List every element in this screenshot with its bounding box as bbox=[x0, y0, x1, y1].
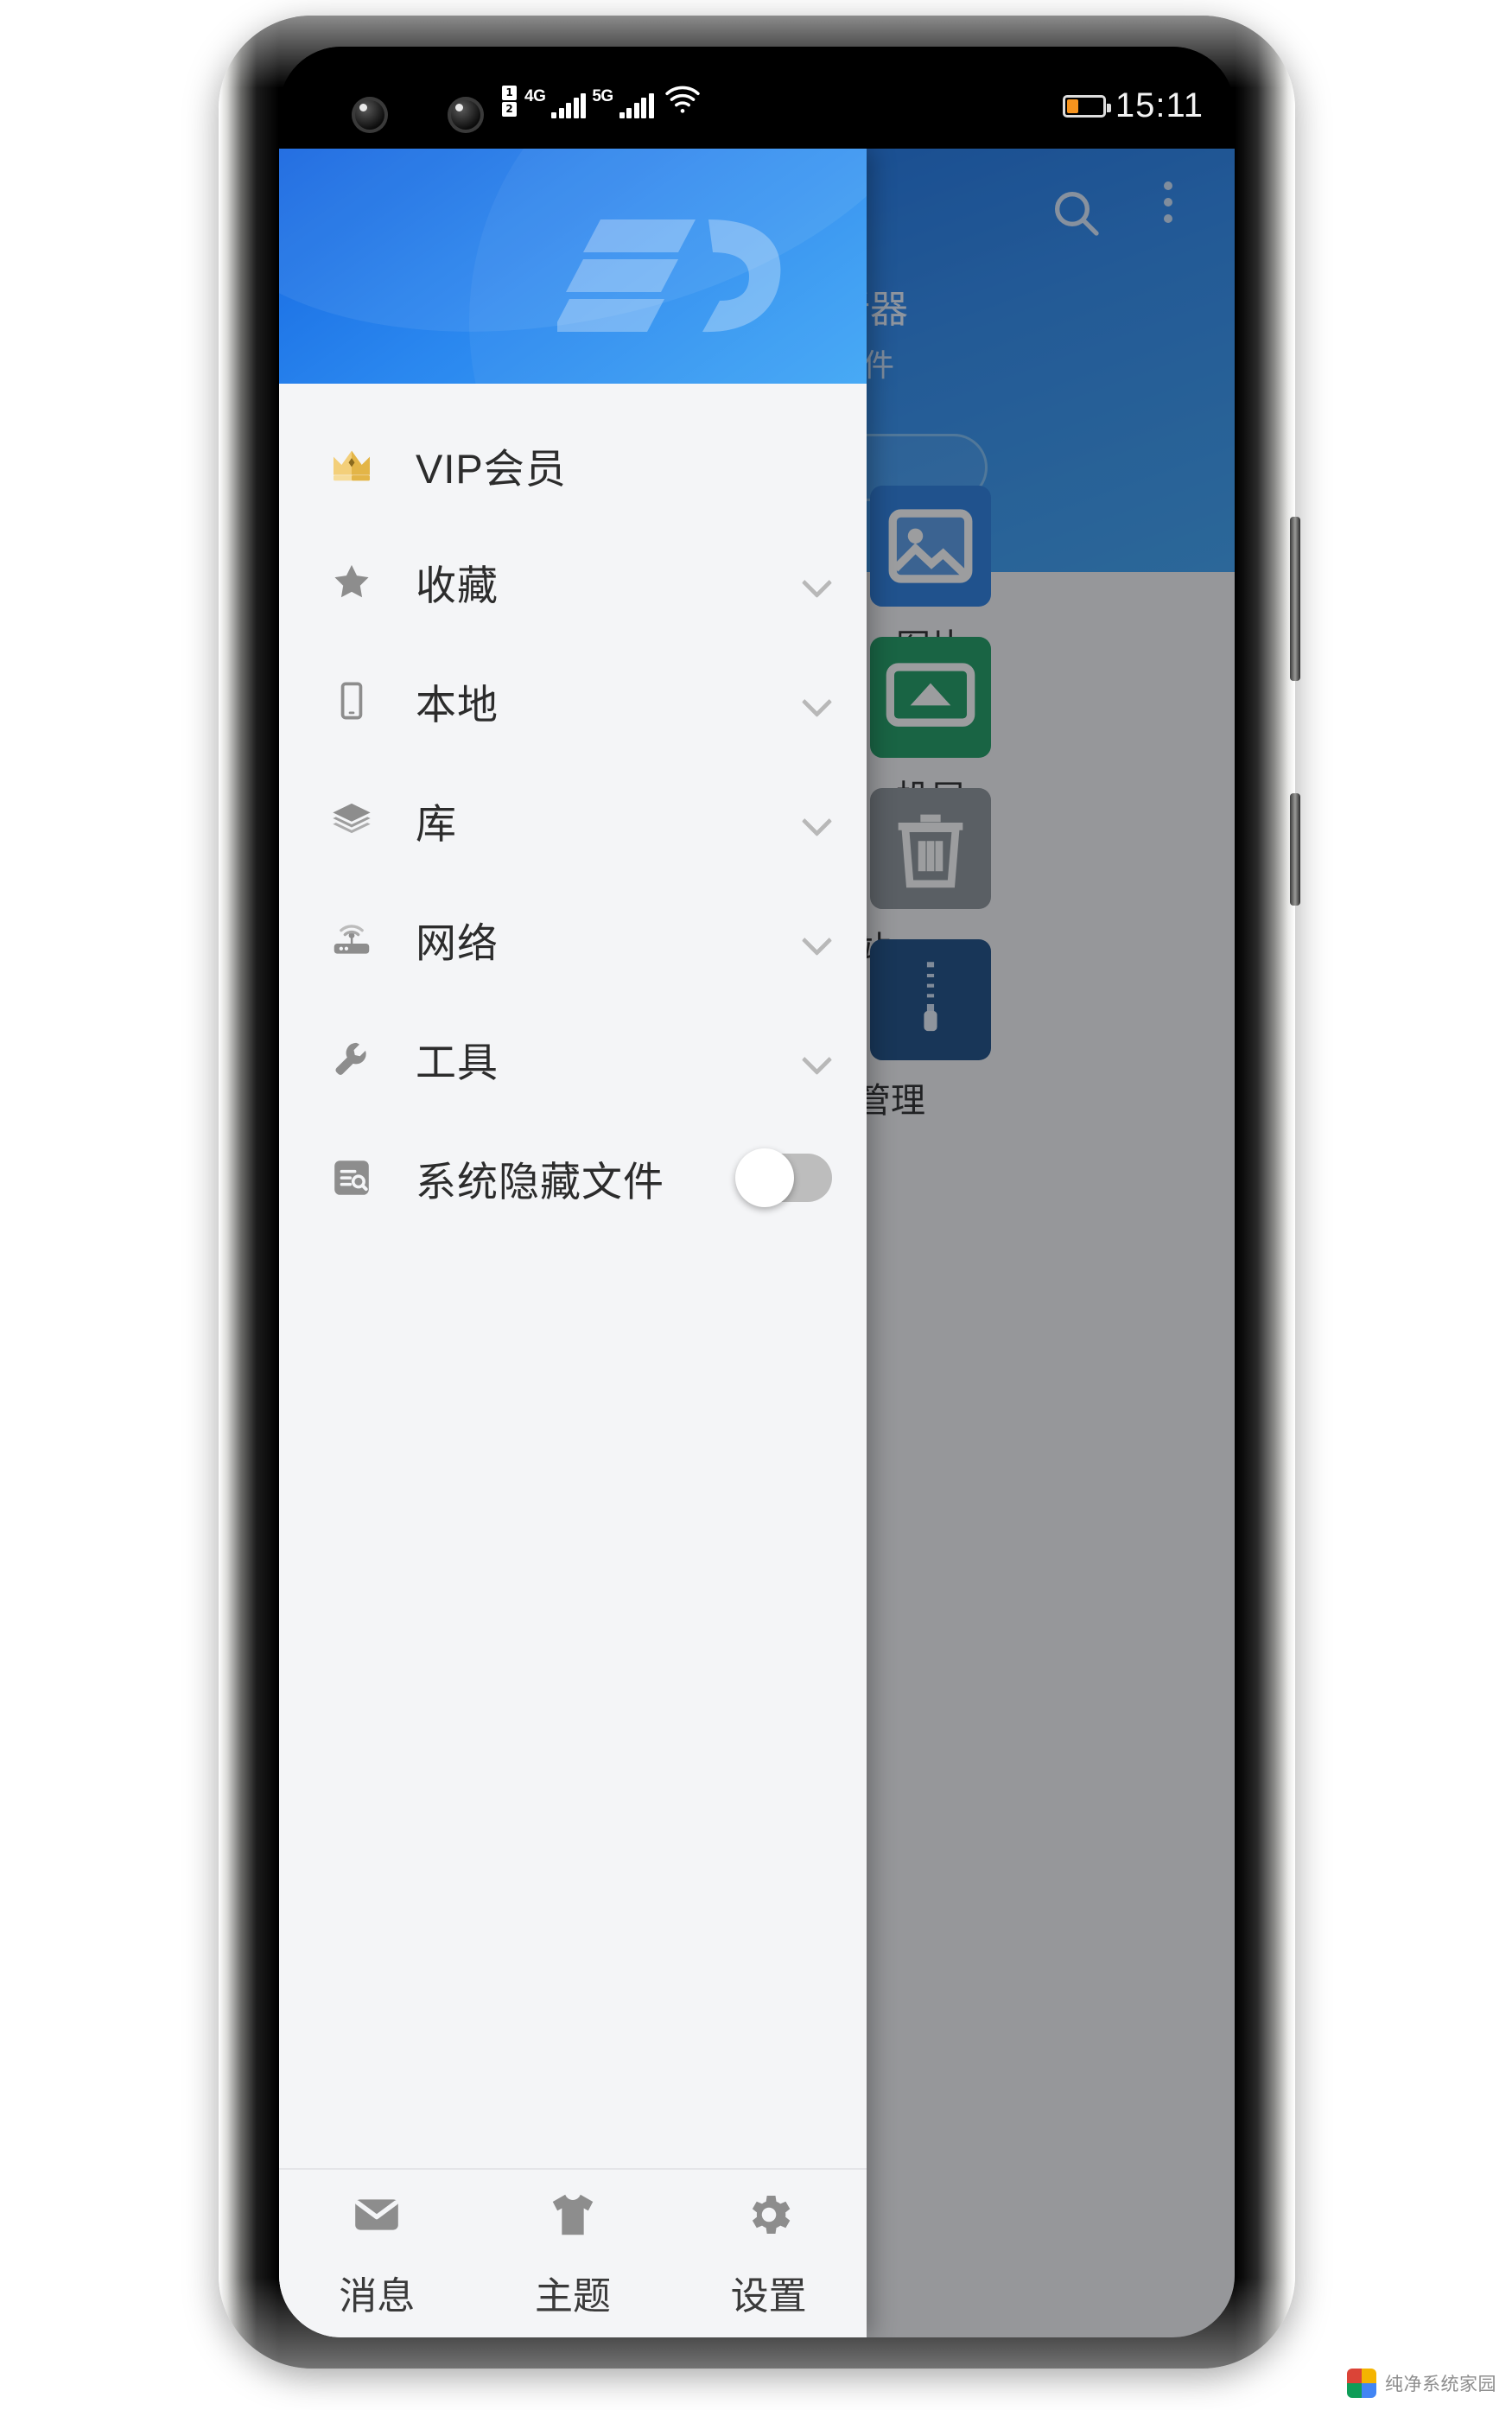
signal-bars-sim1 bbox=[551, 93, 587, 118]
phone-icon bbox=[327, 679, 376, 722]
dual-sim-indicator: 1 2 bbox=[502, 86, 517, 117]
status-icons-group: 1 2 4G 5G bbox=[502, 85, 702, 118]
nav-item-label: 设置 bbox=[730, 2274, 807, 2318]
front-camera bbox=[352, 97, 388, 133]
drawer-header bbox=[279, 149, 867, 384]
list-search-icon bbox=[327, 1156, 376, 1199]
drawer-item-label: VIP会员 bbox=[416, 445, 567, 492]
drawer-item-label: 工具 bbox=[416, 1039, 499, 1085]
watermark-text: 纯净系统家园 bbox=[1385, 2375, 1496, 2394]
signal-bars-sim2 bbox=[619, 93, 654, 118]
nav-item-label: 主题 bbox=[535, 2274, 611, 2318]
chevron-down-icon[interactable] bbox=[803, 1044, 832, 1073]
colored-square-icon bbox=[1347, 2369, 1376, 2398]
hidden-files-toggle[interactable] bbox=[735, 1148, 832, 1207]
layers-icon bbox=[327, 798, 376, 843]
es-file-explorer-logo bbox=[557, 219, 781, 333]
drawer-item-label: 系统隐藏文件 bbox=[416, 1158, 664, 1205]
nav-item-settings[interactable]: 设置 bbox=[670, 2170, 867, 2337]
wifi-icon bbox=[664, 86, 702, 119]
router-icon bbox=[327, 916, 376, 963]
envelope-icon bbox=[350, 2188, 403, 2246]
drawer-item-local[interactable]: 本地 bbox=[279, 641, 867, 760]
watermark: 纯净系统家园 bbox=[1347, 2369, 1496, 2398]
power-button[interactable] bbox=[1290, 793, 1300, 906]
sim2-badge: 2 bbox=[502, 102, 517, 117]
status-bar: 1 2 4G 5G 15:11 bbox=[279, 47, 1235, 149]
phone-screen: 新器 文件 图片 bbox=[279, 47, 1235, 2337]
navigation-drawer: VIP会员 收藏 本地 库 网络 工具 系统隐藏文件 消息 主题 设置 bbox=[279, 149, 867, 2337]
drawer-item-hidden-files[interactable]: 系统隐藏文件 bbox=[279, 1118, 867, 1237]
chevron-down-icon[interactable] bbox=[803, 567, 832, 596]
nav-item-messages[interactable]: 消息 bbox=[279, 2170, 475, 2337]
battery-fill bbox=[1066, 99, 1079, 113]
drawer-item-network[interactable]: 网络 bbox=[279, 880, 867, 999]
drawer-item-library[interactable]: 库 bbox=[279, 760, 867, 880]
nav-item-theme[interactable]: 主题 bbox=[475, 2170, 671, 2337]
nav-item-label: 消息 bbox=[339, 2274, 416, 2318]
status-clock: 15:11 bbox=[1115, 86, 1204, 124]
chevron-down-icon[interactable] bbox=[803, 805, 832, 835]
battery-icon bbox=[1062, 94, 1111, 118]
drawer-bottom-nav: 消息 主题 设置 bbox=[279, 2168, 867, 2337]
toggle-knob bbox=[735, 1148, 794, 1207]
drawer-item-label: 网络 bbox=[416, 919, 499, 966]
front-camera bbox=[448, 97, 484, 133]
drawer-item-label: 本地 bbox=[416, 681, 499, 728]
drawer-item-favorites[interactable]: 收藏 bbox=[279, 522, 867, 641]
screenshot-root: 新器 文件 图片 bbox=[0, 0, 1512, 2410]
crown-icon bbox=[327, 441, 376, 489]
chevron-down-icon[interactable] bbox=[803, 686, 832, 715]
tshirt-icon bbox=[546, 2188, 600, 2246]
drawer-item-label: 库 bbox=[416, 800, 457, 847]
status-right-group: 15:11 bbox=[1062, 86, 1204, 125]
drawer-item-label: 收藏 bbox=[416, 562, 499, 608]
wrench-icon bbox=[327, 1037, 376, 1080]
sim1-badge: 1 bbox=[502, 86, 517, 100]
volume-button[interactable] bbox=[1290, 517, 1300, 681]
star-icon bbox=[327, 560, 376, 603]
drawer-item-vip[interactable]: VIP会员 bbox=[279, 384, 867, 522]
chevron-down-icon[interactable] bbox=[803, 925, 832, 954]
network-type-4g: 4G bbox=[524, 87, 546, 105]
network-type-5g: 5G bbox=[592, 87, 613, 105]
gear-icon bbox=[742, 2188, 796, 2246]
drawer-item-tools[interactable]: 工具 bbox=[279, 999, 867, 1118]
